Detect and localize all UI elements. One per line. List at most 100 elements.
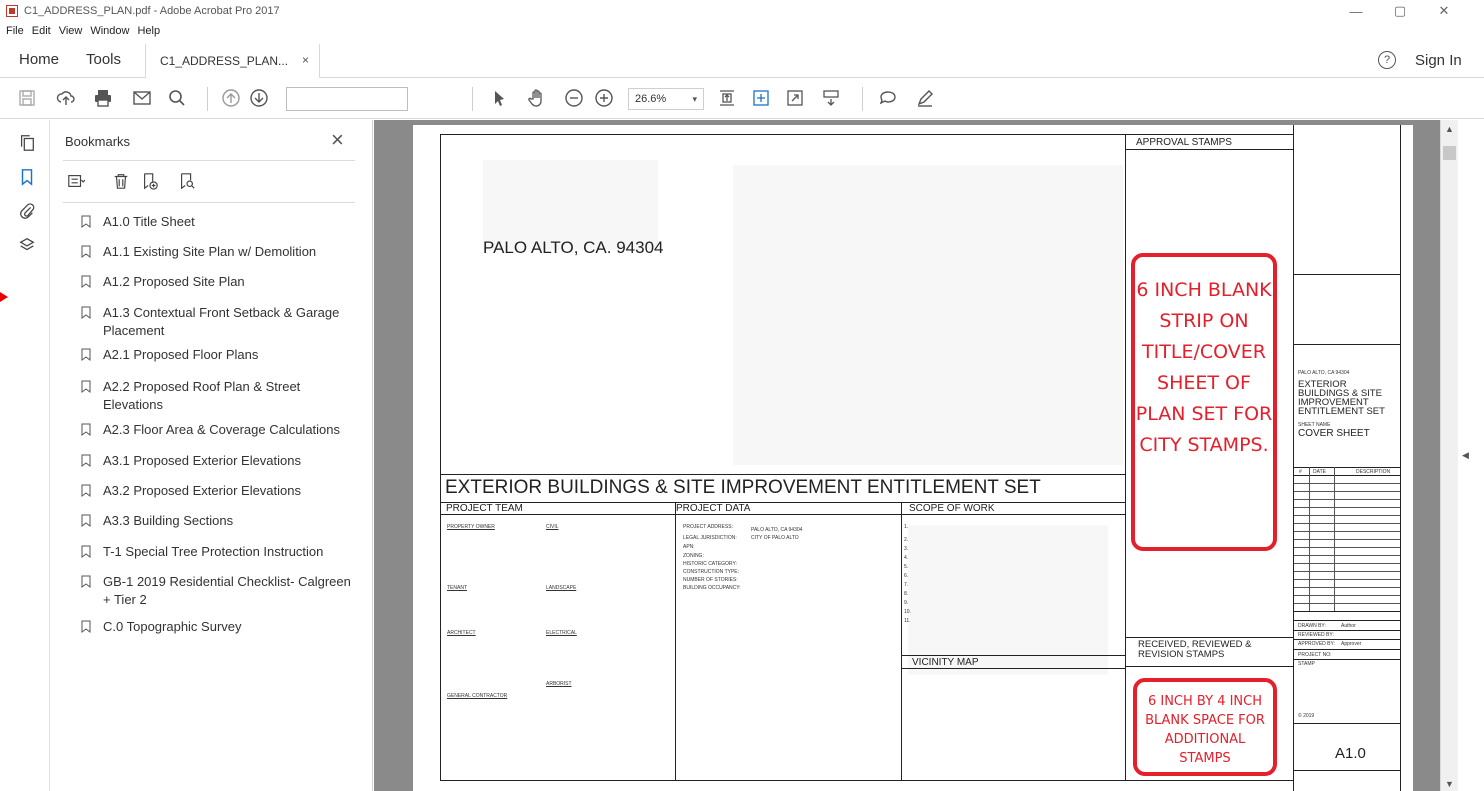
team-label: PROPERTY OWNER [447, 524, 495, 530]
menu-window[interactable]: Window [90, 25, 129, 37]
print-icon[interactable] [92, 87, 114, 109]
bookmark-label: A3.2 Proposed Exterior Elevations [103, 483, 301, 498]
bookmark-item[interactable]: A3.1 Proposed Exterior Elevations [81, 452, 361, 470]
vertical-scrollbar[interactable]: ▲ ▼ [1440, 120, 1458, 791]
previous-page-icon[interactable] [220, 87, 242, 109]
placeholder-block [483, 160, 658, 250]
sheet-border [440, 134, 1293, 135]
scrollbar-thumb[interactable] [1443, 146, 1456, 160]
bookmark-item[interactable]: A1.2 Proposed Site Plan [81, 273, 361, 291]
team-label: TENANT [447, 585, 467, 591]
bookmark-label: A3.3 Building Sections [103, 513, 234, 528]
bookmarks-icon[interactable] [18, 168, 38, 188]
zoom-out-icon[interactable] [563, 87, 585, 109]
upload-cloud-icon[interactable] [55, 87, 77, 109]
layers-icon[interactable] [18, 236, 38, 256]
scope-number: 1. [904, 524, 909, 530]
bookmarks-panel: Bookmarks × A1.0 Title Sheet A1.1 Existi… [51, 120, 381, 791]
next-page-icon[interactable] [248, 87, 270, 109]
acrobat-app-icon [6, 5, 18, 17]
scope-number: 4. [904, 555, 909, 561]
bookmark-item[interactable]: A3.2 Proposed Exterior Elevations [81, 482, 361, 500]
placeholder-block [908, 525, 1108, 675]
sign-in-link[interactable]: Sign In [1415, 52, 1462, 69]
maximize-button[interactable]: ▢ [1380, 0, 1420, 22]
delete-bookmark-icon[interactable] [112, 172, 132, 192]
data-label: LEGAL JURISDICTION: [683, 535, 737, 541]
fit-page-icon[interactable] [716, 87, 738, 109]
bookmark-icon [81, 245, 91, 258]
team-label: ARCHITECT [447, 630, 476, 636]
vicinity-map-heading: VICINITY MAP [912, 657, 979, 668]
tab-document-label: C1_ADDRESS_PLAN... [160, 54, 289, 68]
tab-home[interactable]: Home [19, 51, 59, 68]
full-screen-icon[interactable] [784, 87, 806, 109]
tab-close-icon[interactable]: × [302, 53, 309, 67]
close-panel-icon[interactable]: × [331, 129, 344, 151]
data-label: CONSTRUCTION TYPE: [683, 569, 740, 575]
minimize-button[interactable]: — [1336, 0, 1376, 22]
email-icon[interactable] [131, 87, 153, 109]
data-value: PALO ALTO, CA 94304 [751, 527, 803, 533]
project-team-heading: PROJECT TEAM [446, 503, 523, 514]
placeholder-block [733, 165, 1123, 465]
panel-divider [63, 160, 355, 161]
bookmark-item[interactable]: A2.3 Floor Area & Coverage Calculations [81, 421, 361, 439]
bookmark-item[interactable]: A1.3 Contextual Front Setback & Garage P… [81, 304, 361, 340]
rule-line [1294, 620, 1400, 621]
search-icon[interactable] [166, 87, 188, 109]
zoom-level-select[interactable]: 26.6% ▾ [628, 88, 704, 110]
data-label: APN: [683, 544, 695, 550]
expand-right-pane-icon[interactable]: ◀ [1462, 450, 1469, 461]
zoom-level-value: 26.6% [635, 93, 667, 105]
bookmark-item[interactable]: A2.2 Proposed Roof Plan & Street Elevati… [81, 378, 361, 414]
hand-tool-icon[interactable] [526, 87, 548, 109]
read-mode-icon[interactable] [820, 87, 842, 109]
rule-line [1294, 630, 1400, 631]
sheet-border [1400, 125, 1401, 791]
bookmark-icon [81, 423, 91, 436]
highlight-pen-icon[interactable] [914, 87, 936, 109]
project-address: PALO ALTO, CA. 94304 [483, 238, 664, 257]
scope-number: 9. [904, 600, 909, 606]
menu-edit[interactable]: Edit [32, 25, 51, 37]
attachments-icon[interactable] [18, 202, 38, 222]
close-window-button[interactable]: ✕ [1424, 0, 1464, 22]
zoom-in-icon[interactable] [593, 87, 615, 109]
bookmark-item[interactable]: A2.1 Proposed Floor Plans [81, 346, 361, 364]
scroll-down-arrow-icon[interactable]: ▼ [1445, 779, 1454, 789]
project-data-heading: PROJECT DATA [676, 503, 751, 514]
bookmark-item[interactable]: T-1 Special Tree Protection Instruction [81, 543, 361, 561]
bookmark-item[interactable]: A3.3 Building Sections [81, 512, 361, 530]
bookmark-item[interactable]: C.0 Topographic Survey [81, 618, 361, 636]
menu-file[interactable]: File [6, 25, 24, 37]
fit-width-icon[interactable] [750, 87, 772, 109]
menu-view[interactable]: View [59, 25, 83, 37]
bookmark-item[interactable]: GB-1 2019 Residential Checklist- Calgree… [81, 573, 361, 609]
bookmark-label: A1.0 Title Sheet [103, 214, 195, 229]
tab-document[interactable]: C1_ADDRESS_PLAN... × [145, 44, 320, 78]
bookmark-item[interactable]: A1.1 Existing Site Plan w/ Demolition [81, 243, 361, 261]
document-view[interactable]: PALO ALTO, CA. 94304 EXTERIOR BUILDINGS … [374, 120, 1440, 791]
new-bookmark-icon[interactable] [141, 172, 161, 192]
bookmark-label: A1.2 Proposed Site Plan [103, 274, 245, 289]
find-bookmark-icon[interactable] [178, 172, 198, 192]
page-number-input[interactable] [286, 87, 408, 111]
save-icon[interactable] [16, 87, 38, 109]
bookmark-icon [81, 545, 91, 558]
scroll-up-arrow-icon[interactable]: ▲ [1445, 124, 1454, 134]
menu-help[interactable]: Help [137, 25, 160, 37]
tab-tools[interactable]: Tools [86, 51, 121, 68]
comment-icon[interactable] [877, 87, 899, 109]
page-thumbnails-icon[interactable] [18, 134, 38, 154]
scope-number: 2. [904, 537, 909, 543]
select-cursor-icon[interactable] [488, 87, 510, 109]
bookmark-label: A1.1 Existing Site Plan w/ Demolition [103, 244, 317, 259]
drawn-by-value: Author [1341, 623, 1356, 629]
bookmark-item[interactable]: A1.0 Title Sheet [81, 213, 361, 231]
title-block-project: EXTERIOR BUILDINGS & SITE IMPROVEMENT EN… [1298, 379, 1385, 417]
help-icon[interactable]: ? [1378, 51, 1396, 69]
rule-line [440, 514, 1125, 515]
project-number-label: PROJECT NO: [1298, 652, 1332, 658]
bookmark-options-icon[interactable] [67, 172, 87, 192]
